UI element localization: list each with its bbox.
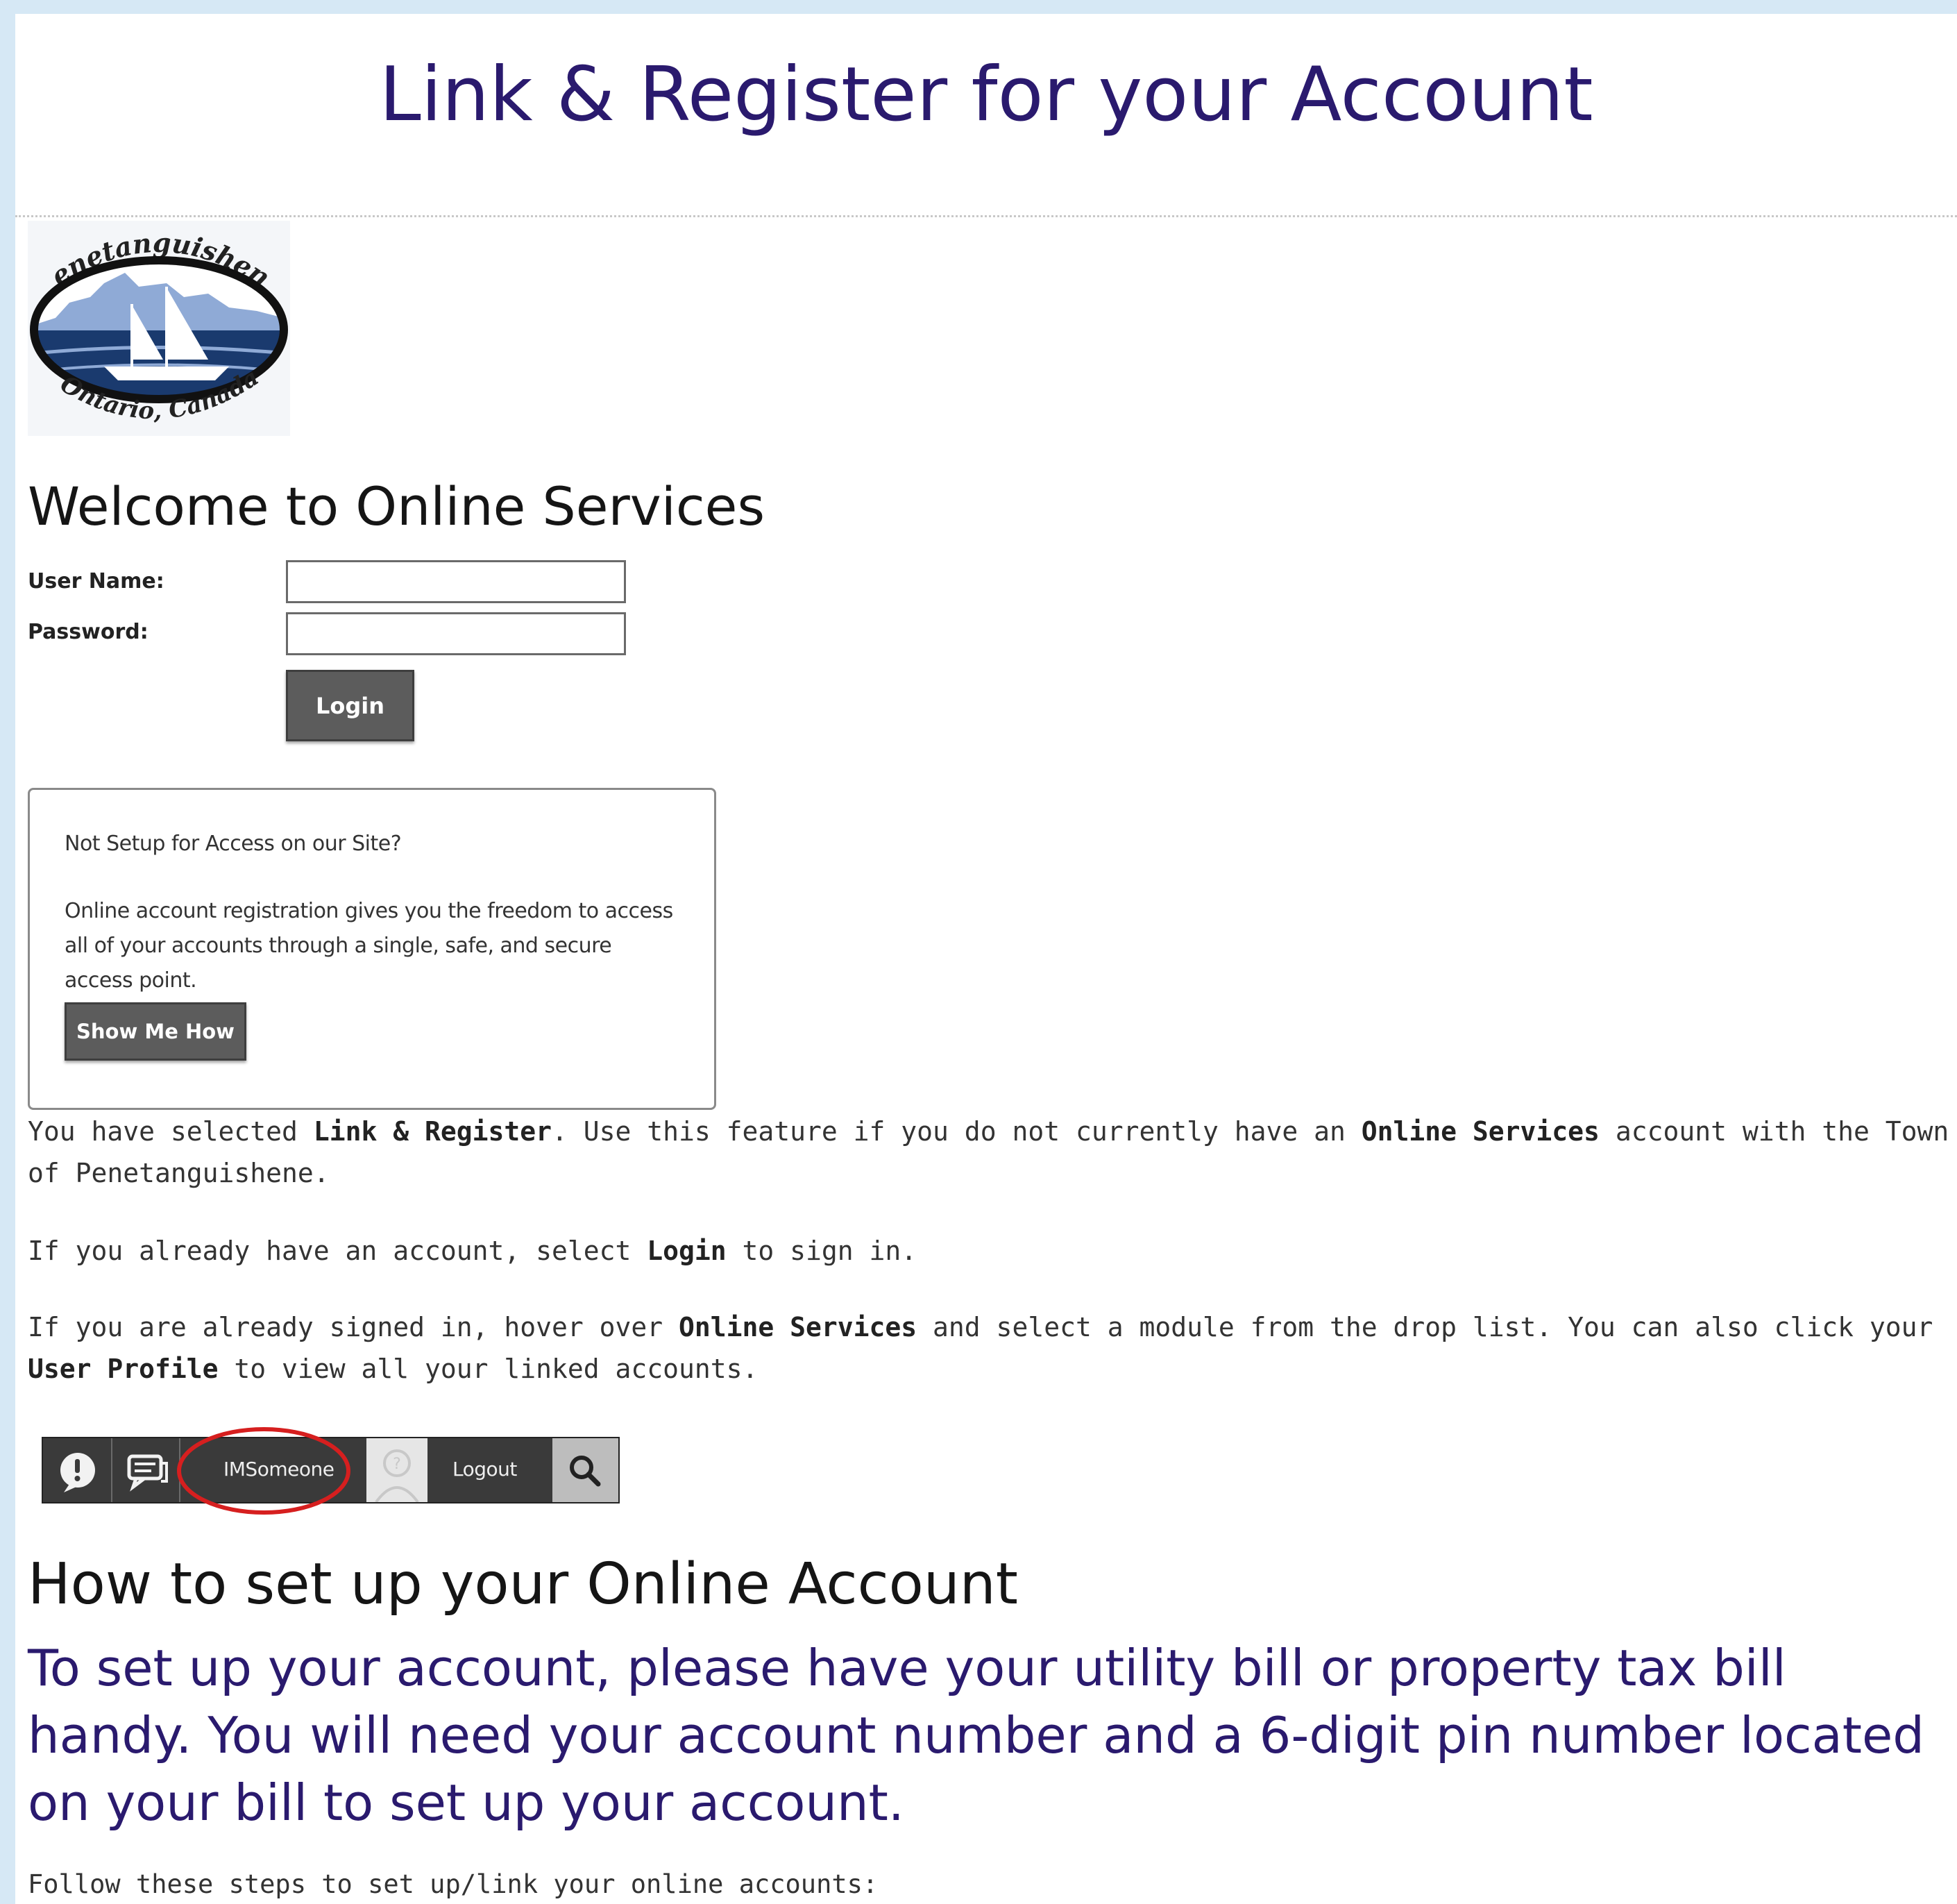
username-highlight-circle [177, 1427, 350, 1515]
login-heading: Welcome to Online Services [28, 475, 765, 537]
login-hint-paragraph: If you already have an account, select L… [28, 1236, 917, 1266]
page-title: Link & Register for your Account [379, 51, 1593, 138]
dotted-divider [15, 215, 1957, 217]
page-body: Link & Register for your Account Penetan… [15, 14, 1957, 1904]
register-question: Not Setup for Access on our Site? [65, 832, 402, 856]
login-button[interactable]: Login [286, 670, 414, 741]
setup-steps-intro: Follow these steps to set up/link your o… [28, 1869, 879, 1899]
setup-heading: How to set up your Online Account [28, 1551, 1018, 1617]
town-logo-graphic: Penetanguishene Ontario, Canada [17, 196, 290, 436]
password-label: Password: [28, 620, 149, 644]
toolbar-example-image: IMSomeone ? Logout [42, 1427, 620, 1515]
signed-in-hint-paragraph: If you are already signed in, hover over… [28, 1312, 1933, 1384]
register-description: Online account registration gives you th… [65, 899, 673, 993]
town-logo: Penetanguishene Ontario, Canada [17, 196, 290, 436]
register-info-box: Not Setup for Access on our Site? Online… [28, 788, 716, 1110]
link-register-paragraph: You have selected Link & Register. Use t… [28, 1116, 1949, 1188]
username-input[interactable] [286, 560, 626, 603]
username-label: User Name: [28, 569, 164, 593]
password-input[interactable] [286, 612, 626, 655]
show-me-how-button[interactable]: Show Me How [65, 1002, 246, 1061]
setup-intro: To set up your account, please have your… [28, 1639, 1924, 1832]
